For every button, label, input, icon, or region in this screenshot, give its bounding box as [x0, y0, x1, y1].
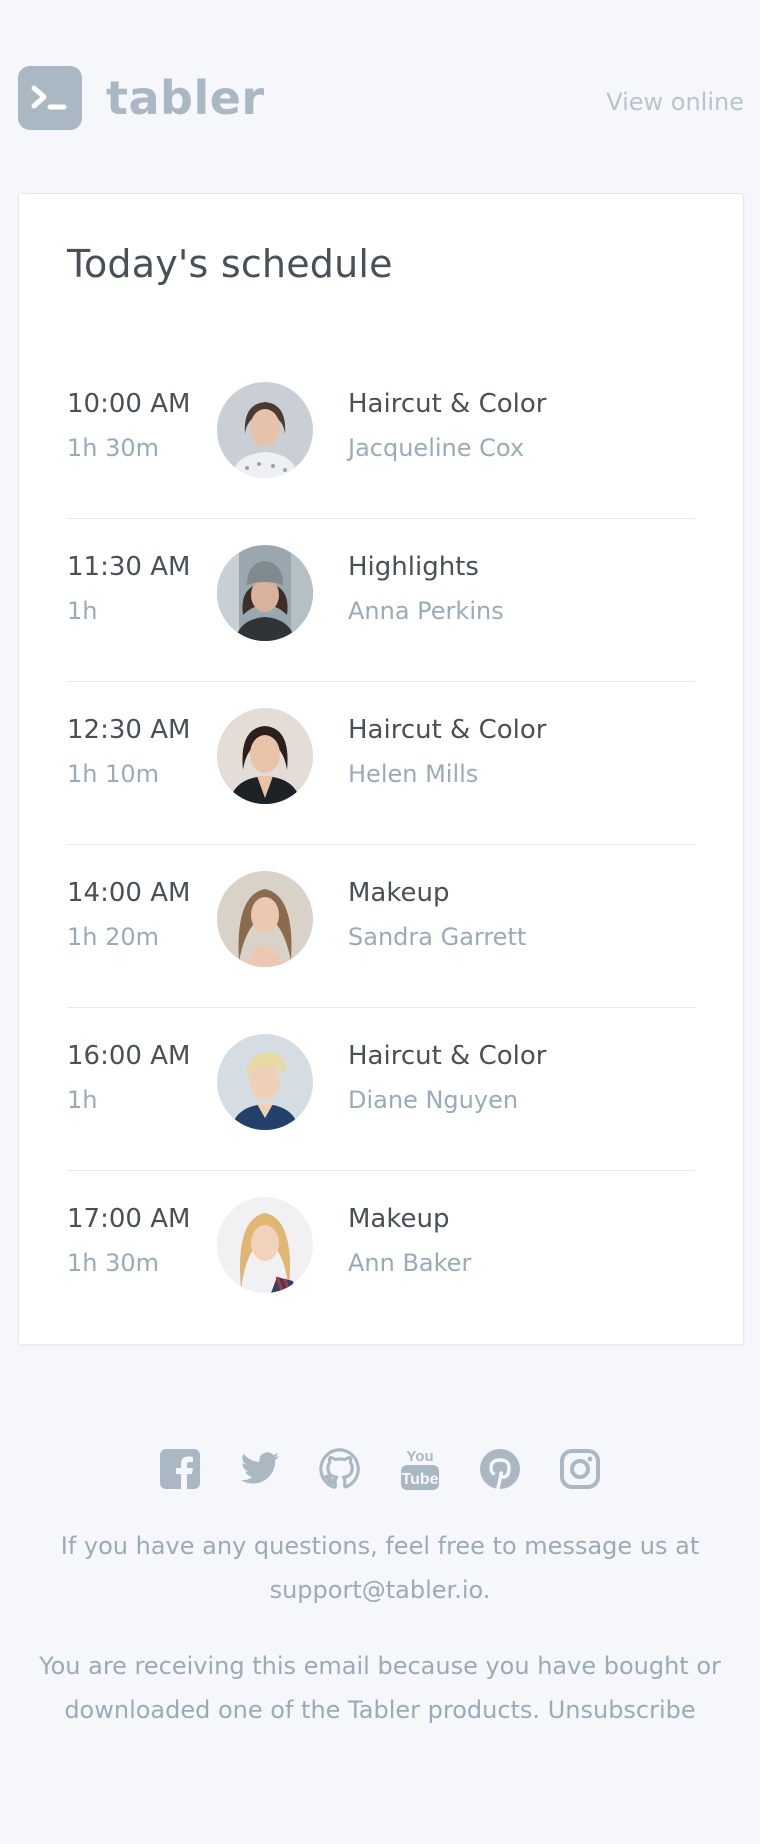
client-avatar [217, 708, 313, 804]
social-links: You Tube [0, 1446, 760, 1492]
client-name: Anna Perkins [348, 597, 504, 625]
service-name: Haircut & Color [348, 1041, 547, 1071]
appointment-time: 11:30 AM [67, 552, 191, 582]
schedule-row: 12:30 AM 1h 10m Haircut & Color Helen Mi… [67, 682, 695, 845]
questions-text: If you have any questions, feel free to … [30, 1524, 730, 1612]
pinterest-icon [480, 1449, 520, 1490]
logo[interactable] [18, 66, 82, 130]
questions-label: If you have any questions, feel free to … [60, 1532, 700, 1560]
instagram-icon [560, 1449, 600, 1489]
client-name: Ann Baker [348, 1249, 472, 1277]
instagram-link[interactable] [559, 1446, 601, 1492]
svg-text:You: You [406, 1448, 433, 1465]
twitter-icon [240, 1452, 280, 1484]
questions-suffix: . [482, 1576, 491, 1604]
support-email-link[interactable]: support@tabler.io [270, 1576, 483, 1604]
pinterest-link[interactable] [479, 1446, 521, 1492]
appointment-time: 14:00 AM [67, 878, 191, 908]
client-name: Sandra Garrett [348, 923, 527, 951]
client-avatar [217, 1197, 313, 1293]
appointment-time: 16:00 AM [67, 1041, 191, 1071]
appointment-duration: 1h [67, 1086, 98, 1114]
email-page: tabler View online Today's schedule 10:0… [0, 0, 760, 1844]
client-avatar [217, 545, 313, 641]
twitter-link[interactable] [239, 1446, 281, 1492]
service-name: Haircut & Color [348, 715, 547, 745]
terminal-prompt-icon [31, 85, 67, 110]
card-title: Today's schedule [67, 242, 393, 286]
service-name: Haircut & Color [348, 389, 547, 419]
appointment-time: 10:00 AM [67, 389, 191, 419]
schedule-row: 16:00 AM 1h Haircut & Color Diane Nguyen [67, 1008, 695, 1171]
client-avatar [217, 1034, 313, 1130]
client-name: Jacqueline Cox [348, 434, 525, 462]
schedule-row: 11:30 AM 1h Highlights Anna Perkins [67, 519, 695, 682]
youtube-icon: You Tube [401, 1448, 439, 1490]
schedule-row: 10:00 AM 1h 30m Haircut & Color Jacqueli… [67, 356, 695, 519]
brand-name: tabler [106, 71, 265, 125]
facebook-icon [160, 1449, 200, 1489]
github-link[interactable] [319, 1446, 361, 1492]
appointment-time: 17:00 AM [67, 1204, 191, 1234]
service-name: Highlights [348, 552, 479, 582]
unsubscribe-link[interactable]: Unsubscribe [548, 1696, 696, 1724]
svg-text:Tube: Tube [401, 1471, 438, 1488]
client-avatar [217, 871, 313, 967]
schedule-row: 17:00 AM 1h 30m Makeup Ann Baker [67, 1171, 695, 1333]
schedule-row: 14:00 AM 1h 20m Makeup Sandra Garrett [67, 845, 695, 1008]
github-icon [319, 1448, 360, 1489]
appointment-duration: 1h 30m [67, 434, 160, 462]
youtube-link[interactable]: You Tube [399, 1446, 441, 1492]
receiving-text: You are receiving this email because you… [30, 1644, 730, 1732]
email-header: tabler View online [18, 66, 744, 132]
schedule-list: 10:00 AM 1h 30m Haircut & Color Jacqueli… [67, 356, 695, 1333]
view-online-link[interactable]: View online [606, 86, 744, 118]
client-avatar [217, 382, 313, 478]
schedule-card: Today's schedule 10:00 AM 1h 30m Haircut… [18, 193, 744, 1345]
appointment-duration: 1h 20m [67, 923, 160, 951]
appointment-time: 12:30 AM [67, 715, 191, 745]
client-name: Helen Mills [348, 760, 479, 788]
appointment-duration: 1h 10m [67, 760, 160, 788]
facebook-link[interactable] [159, 1446, 201, 1492]
service-name: Makeup [348, 878, 450, 908]
service-name: Makeup [348, 1204, 450, 1234]
client-name: Diane Nguyen [348, 1086, 519, 1114]
appointment-duration: 1h 30m [67, 1249, 160, 1277]
appointment-duration: 1h [67, 597, 98, 625]
